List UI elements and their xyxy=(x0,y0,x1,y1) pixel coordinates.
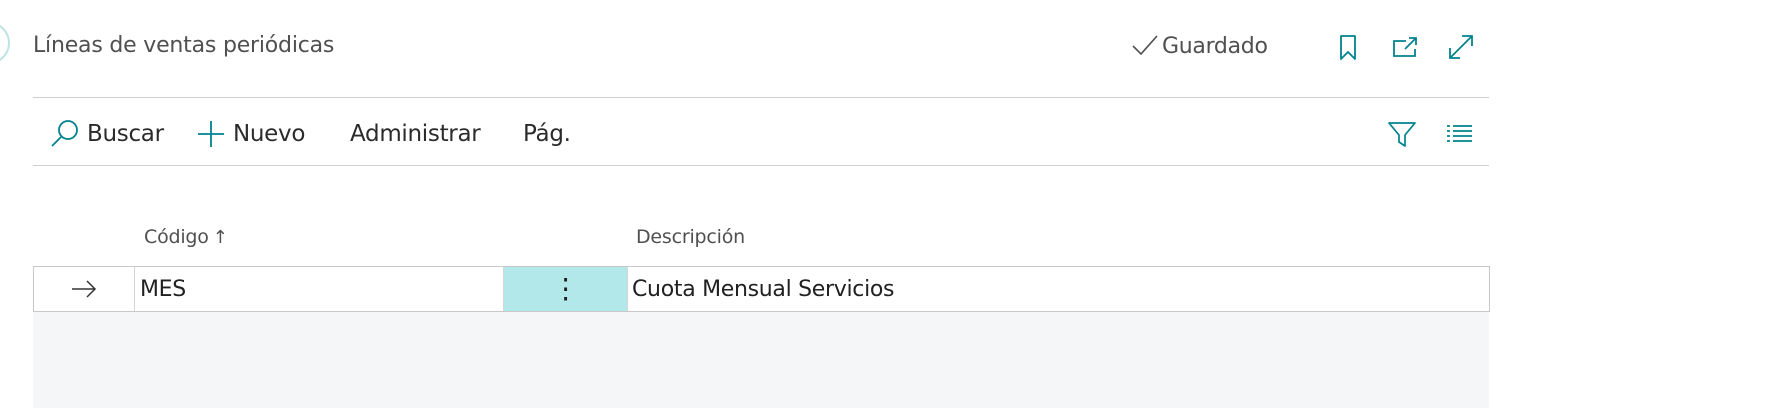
arrow-right-icon xyxy=(72,280,97,298)
action-bar-divider xyxy=(33,165,1489,166)
bookmark-icon xyxy=(1340,35,1356,60)
column-header-description-label: Descripción xyxy=(636,226,746,248)
search-button[interactable]: Buscar xyxy=(49,112,164,156)
plus-icon xyxy=(198,121,224,147)
expand-icon xyxy=(1449,35,1473,59)
save-status: Guardado xyxy=(1130,32,1268,60)
table-row[interactable]: MES ⋮ Cuota Mensual Servicios xyxy=(33,266,1490,312)
page-label: Pág. xyxy=(523,121,571,147)
action-bar: Buscar Nuevo Administrar Pág. xyxy=(33,112,1489,156)
column-header-code-label: Código xyxy=(144,226,209,248)
new-label: Nuevo xyxy=(233,121,306,147)
page: Líneas de ventas periódicas Guardado Bus… xyxy=(0,0,1792,408)
manage-label: Administrar xyxy=(350,121,481,147)
open-new-window-icon xyxy=(1393,37,1417,57)
sort-ascending-icon: ↑ xyxy=(212,226,228,248)
list-view-icon xyxy=(1447,125,1472,142)
filter-button[interactable] xyxy=(1384,116,1420,152)
row-indicator xyxy=(34,267,134,311)
column-header-description[interactable]: Descripción xyxy=(636,226,745,248)
header-divider xyxy=(33,97,1489,98)
save-status-label: Guardado xyxy=(1162,33,1268,59)
more-options-icon: ⋮ xyxy=(551,272,580,305)
page-title: Líneas de ventas periódicas xyxy=(33,33,335,58)
cell-separator xyxy=(134,267,135,311)
bookmark-button[interactable] xyxy=(1331,30,1365,64)
new-button[interactable]: Nuevo xyxy=(195,112,305,156)
open-new-window-button[interactable] xyxy=(1388,30,1422,64)
search-label: Buscar xyxy=(87,121,164,147)
list-view-button[interactable] xyxy=(1441,116,1477,152)
page-header: Líneas de ventas periódicas Guardado xyxy=(33,30,1489,66)
manage-menu[interactable]: Administrar xyxy=(350,112,481,156)
cell-separator xyxy=(627,267,628,311)
checkmark-icon xyxy=(1132,35,1158,56)
search-icon xyxy=(51,120,78,147)
row-actions-button[interactable]: ⋮ xyxy=(504,267,627,311)
expand-button[interactable] xyxy=(1444,30,1478,64)
page-menu[interactable]: Pág. xyxy=(523,112,571,156)
description-cell[interactable]: Cuota Mensual Servicios xyxy=(632,267,895,311)
filter-icon xyxy=(1388,122,1416,147)
column-header-code[interactable]: Código ↑ xyxy=(144,226,228,248)
table-empty-area xyxy=(33,312,1489,408)
side-circle xyxy=(0,22,10,64)
code-cell[interactable]: MES xyxy=(140,267,186,311)
